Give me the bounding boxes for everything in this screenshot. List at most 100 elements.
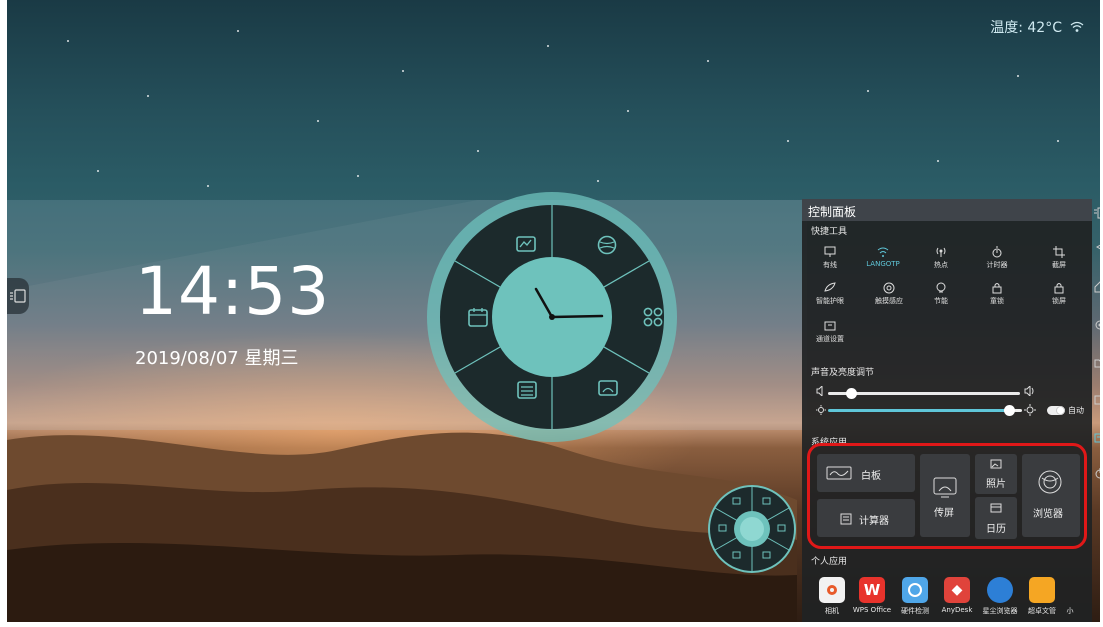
calendar-segment-icon[interactable] (468, 307, 488, 327)
star (627, 110, 629, 112)
app-label: 星尘浏览器 (982, 607, 1018, 615)
quick-tools-title: 快捷工具 (811, 227, 848, 237)
auto-brightness-label: 自动 (1068, 406, 1084, 415)
brightness-slider[interactable] (828, 409, 1014, 412)
timer-icon (992, 246, 1002, 258)
home-icon[interactable] (1094, 281, 1100, 293)
apps-segment-icon[interactable] (643, 307, 663, 327)
temperature-readout: 温度: 42°C (990, 20, 1062, 36)
whiteboard-segment-icon[interactable] (516, 236, 536, 254)
anydesk-icon: ◆ (944, 577, 970, 603)
app-partial[interactable]: 小 (1060, 577, 1080, 616)
tool-label: 有线 (823, 261, 837, 269)
child-lock-icon (992, 283, 1002, 294)
star (787, 140, 789, 142)
wired-network-icon (824, 246, 836, 257)
brightness-high-icon (1024, 404, 1036, 416)
star (867, 90, 869, 92)
browser-segment-icon[interactable] (597, 235, 617, 255)
wifi-icon (1070, 21, 1084, 32)
radial-menu[interactable] (425, 190, 679, 444)
tool-label: 通道设置 (816, 335, 844, 343)
app-label: 硬件检测 (901, 607, 929, 615)
folder-icon[interactable] (1094, 357, 1100, 369)
clock-time: 14:53 (135, 253, 331, 330)
app-label: 小 (1066, 607, 1074, 615)
tool-label: 截屏 (1052, 261, 1066, 269)
star (207, 185, 209, 187)
hotspot-icon (936, 247, 946, 257)
settings-icon[interactable] (1094, 319, 1100, 331)
tool-label: 热点 (934, 261, 948, 269)
sound-brightness-title: 声音及亮度调节 (811, 368, 875, 378)
tool-screenshot[interactable]: 截屏 (1036, 246, 1082, 270)
star (547, 45, 549, 47)
touch-sense-icon (883, 282, 895, 294)
cast-segment-icon[interactable] (598, 379, 618, 399)
tool-label: 触摸感应 (875, 297, 903, 305)
power-icon[interactable] (1094, 467, 1100, 479)
system-apps-highlight (807, 443, 1087, 549)
right-sidebar (1092, 199, 1100, 499)
tool-eye-care[interactable]: 智能护眼 (807, 282, 853, 306)
star (97, 170, 99, 172)
left-sidebar-handle[interactable] (7, 278, 29, 314)
app-label: WPS Office (852, 606, 892, 614)
star (597, 180, 599, 182)
brightness-slider-rest (1014, 409, 1022, 412)
floating-toolbox[interactable] (707, 484, 797, 574)
tool-label: 计时器 (986, 261, 1008, 269)
star (147, 95, 149, 97)
auto-brightness-toggle-knob (1056, 406, 1065, 415)
channel-settings-icon (824, 321, 836, 331)
personal-apps-title: 个人应用 (811, 557, 848, 567)
wifi-icon (877, 247, 889, 257)
app-label: 超卓文管 (1028, 607, 1056, 615)
control-panel: 控制面板 快捷工具 有线 LANGOTP 热点 计时器 截屏 智能护眼 触摸感应… (802, 199, 1092, 622)
star (1057, 140, 1059, 142)
app-file-manager[interactable]: 超卓文管 (1022, 577, 1062, 616)
app-star-browser[interactable]: 星尘浏览器 (980, 577, 1020, 616)
hardware-check-icon (902, 577, 928, 603)
app-anydesk[interactable]: ◆ AnyDesk (937, 577, 977, 614)
brightness-slider-knob[interactable] (1004, 405, 1015, 416)
star (477, 150, 479, 152)
tool-touch-sense[interactable]: 触摸感应 (866, 282, 912, 306)
star-browser-icon (987, 577, 1013, 603)
star (707, 60, 709, 62)
back-icon[interactable] (1094, 241, 1100, 253)
clock-date: 2019/08/07 星期三 (135, 348, 299, 369)
tool-label: 锁屏 (1052, 297, 1066, 305)
star (237, 30, 239, 32)
tool-wired[interactable]: 有线 (807, 246, 853, 270)
app-wps-office[interactable]: W WPS Office (852, 577, 892, 614)
volume-high-icon (1024, 386, 1034, 396)
calculator-segment-icon[interactable] (517, 381, 537, 399)
panel-toggle-icon (10, 289, 26, 303)
tool-child-lock[interactable]: 童锁 (974, 282, 1020, 306)
app-label: AnyDesk (941, 606, 973, 614)
tool-wifi[interactable]: LANGOTP (860, 246, 906, 268)
app-camera[interactable]: 相机 (812, 577, 852, 616)
source-icon[interactable] (1094, 394, 1100, 406)
tool-lock-screen[interactable]: 锁屏 (1036, 282, 1082, 306)
star (937, 160, 939, 162)
star (1017, 75, 1019, 77)
volume-slider-knob[interactable] (846, 388, 857, 399)
panel-toggle-icon[interactable] (1094, 207, 1100, 219)
tool-hotspot[interactable]: 热点 (918, 246, 964, 270)
file-manager-icon (1029, 577, 1055, 603)
tool-channel-settings[interactable]: 通道设置 (807, 320, 853, 344)
tool-label: 童锁 (990, 297, 1004, 305)
camera-icon (819, 577, 845, 603)
eye-care-icon (824, 282, 836, 292)
tool-power-save[interactable]: 节能 (918, 282, 964, 306)
panel-title: 控制面板 (802, 199, 1092, 221)
tool-label: LANGOTP (866, 260, 900, 268)
brightness-low-icon (816, 405, 826, 415)
tool-timer[interactable]: 计时器 (974, 246, 1020, 270)
desktop-screen: 14:53 2019/08/07 星期三 温度: 42°C 控制面板 快捷工具 … (7, 0, 1100, 622)
whiteboard-icon[interactable] (1094, 432, 1100, 444)
app-hardware-check[interactable]: 硬件检测 (895, 577, 935, 616)
tool-label: 智能护眼 (816, 297, 844, 305)
